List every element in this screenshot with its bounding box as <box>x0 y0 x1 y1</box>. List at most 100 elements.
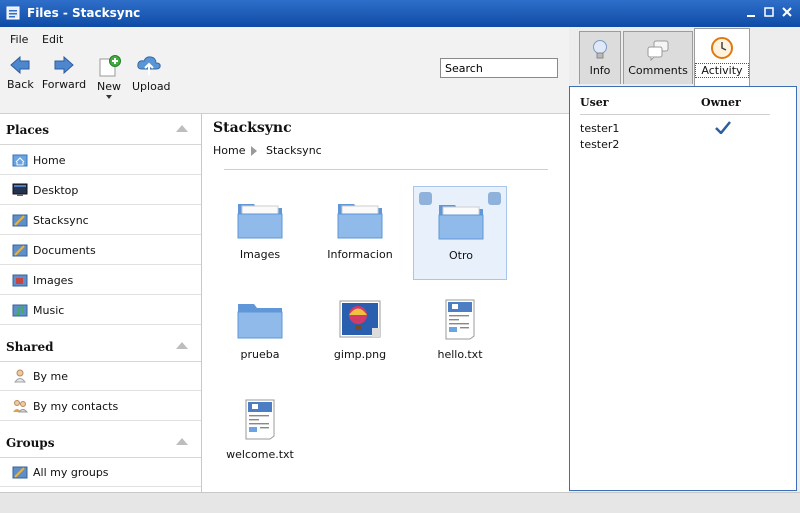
divider <box>224 169 548 170</box>
user-icon <box>14 369 26 383</box>
sidebar-item-by-me[interactable]: By me <box>0 361 201 391</box>
file-name: Informacion <box>327 248 393 261</box>
sidebar-item-label: Images <box>33 274 74 287</box>
search-input[interactable] <box>440 58 558 78</box>
minimize-icon[interactable] <box>744 5 758 19</box>
tab-activity[interactable]: Activity <box>694 28 750 86</box>
menu-bar: File Edit <box>0 27 569 49</box>
groups-folder-icon <box>12 466 28 479</box>
file-item-gimp-png[interactable]: gimp.png <box>313 286 407 380</box>
music-folder-icon <box>12 304 28 317</box>
details-tabs: Info Comments Activity <box>569 27 800 87</box>
divider <box>580 114 770 115</box>
sidebar-item-images[interactable]: Images <box>0 265 201 295</box>
new-document-icon <box>99 55 121 77</box>
upload-label: Upload <box>132 80 171 93</box>
clock-icon <box>711 37 733 59</box>
maximize-icon[interactable] <box>762 5 776 19</box>
folder-icon <box>438 205 484 240</box>
back-arrow-icon <box>10 55 30 75</box>
tab-label: Activity <box>695 63 749 78</box>
user-row-name: tester2 <box>580 138 620 151</box>
menu-edit[interactable]: Edit <box>42 33 63 46</box>
deselect-minus-icon[interactable] <box>419 192 452 212</box>
text-file-icon <box>245 399 275 440</box>
speech-bubbles-icon <box>647 40 669 61</box>
column-header-owner: Owner <box>701 96 741 109</box>
sidebar-item-label: Stacksync <box>33 214 89 227</box>
file-browser: Stacksync Home Stacksync Images Informac… <box>202 114 569 492</box>
sidebar-item-label: Desktop <box>33 184 79 197</box>
new-button[interactable]: New <box>95 55 123 99</box>
activity-panel: User Owner tester1 tester2 <box>569 86 797 491</box>
window-titlebar: Files - Stacksync <box>0 0 800 27</box>
back-button[interactable]: Back <box>7 55 34 91</box>
column-header-user: User <box>580 96 609 109</box>
stacksync-folder-icon <box>12 214 28 227</box>
forward-label: Forward <box>41 78 87 91</box>
file-name: prueba <box>240 348 280 361</box>
sidebar-item-by-my-contacts[interactable]: By my contacts <box>0 391 201 421</box>
file-item-informacion[interactable]: Informacion <box>313 186 407 280</box>
file-name: welcome.txt <box>226 448 294 461</box>
sidebar-item-label: Music <box>33 304 65 317</box>
file-item-welcome-txt[interactable]: welcome.txt <box>213 386 307 480</box>
groups-header[interactable]: Groups <box>0 427 201 458</box>
status-bar <box>0 492 800 513</box>
file-name: hello.txt <box>437 348 483 361</box>
places-header[interactable]: Places <box>0 114 201 145</box>
collapse-triangle-icon[interactable] <box>176 125 188 132</box>
desktop-icon <box>12 183 28 196</box>
tab-label: Comments <box>628 64 688 77</box>
sidebar-item-stacksync[interactable]: Stacksync <box>0 205 201 235</box>
file-name: Images <box>239 248 281 261</box>
documents-folder-icon <box>12 244 28 257</box>
sidebar-item-label: Documents <box>33 244 96 257</box>
back-label: Back <box>7 78 34 91</box>
folder-icon <box>237 204 283 239</box>
text-file-icon <box>445 299 475 340</box>
folder-title: Stacksync <box>213 120 292 136</box>
groups-title: Groups <box>6 436 55 450</box>
forward-button[interactable]: Forward <box>41 55 87 91</box>
close-icon[interactable] <box>780 5 794 19</box>
menu-file[interactable]: File <box>10 33 28 46</box>
collapse-triangle-icon[interactable] <box>176 438 188 445</box>
sidebar-item-label: By me <box>33 370 69 383</box>
window-title: Files - Stacksync <box>27 6 141 20</box>
sidebar-item-desktop[interactable]: Desktop <box>0 175 201 205</box>
dropdown-arrow-icon <box>106 95 112 99</box>
breadcrumb-separator-icon <box>251 146 257 156</box>
sidebar-item-label: By my contacts <box>33 400 119 413</box>
shared-header[interactable]: Shared <box>0 331 201 362</box>
user-row-name: tester1 <box>580 122 620 135</box>
app-icon <box>6 6 20 20</box>
sidebar-item-all-my-groups[interactable]: All my groups <box>0 457 201 487</box>
upload-cloud-icon <box>137 56 161 75</box>
home-folder-icon <box>12 154 28 167</box>
item-menu-chevron-icon[interactable] <box>488 192 521 213</box>
file-item-prueba[interactable]: prueba <box>213 286 307 380</box>
file-item-images[interactable]: Images <box>213 186 307 280</box>
sidebar-item-music[interactable]: Music <box>0 295 201 325</box>
sidebar: Places Home Desktop Stacksync Documents … <box>0 114 202 492</box>
tab-info[interactable]: Info <box>579 31 621 84</box>
file-item-hello-txt[interactable]: hello.txt <box>413 286 507 380</box>
contacts-icon <box>13 400 28 413</box>
breadcrumb-home[interactable]: Home <box>213 144 245 157</box>
tab-comments[interactable]: Comments <box>623 31 693 84</box>
sidebar-item-label: All my groups <box>33 466 109 479</box>
breadcrumb-stacksync[interactable]: Stacksync <box>266 144 322 157</box>
images-folder-icon <box>12 274 28 287</box>
upload-button[interactable]: Upload <box>132 55 171 93</box>
folder-icon <box>337 204 383 239</box>
forward-arrow-icon <box>54 55 74 75</box>
image-file-icon <box>339 300 381 338</box>
file-name: Otro <box>449 249 473 262</box>
collapse-triangle-icon[interactable] <box>176 342 188 349</box>
shared-title: Shared <box>6 340 54 354</box>
new-label: New <box>97 80 121 93</box>
file-item-otro[interactable]: Otro <box>413 186 521 280</box>
sidebar-item-home[interactable]: Home <box>0 145 201 175</box>
sidebar-item-documents[interactable]: Documents <box>0 235 201 265</box>
